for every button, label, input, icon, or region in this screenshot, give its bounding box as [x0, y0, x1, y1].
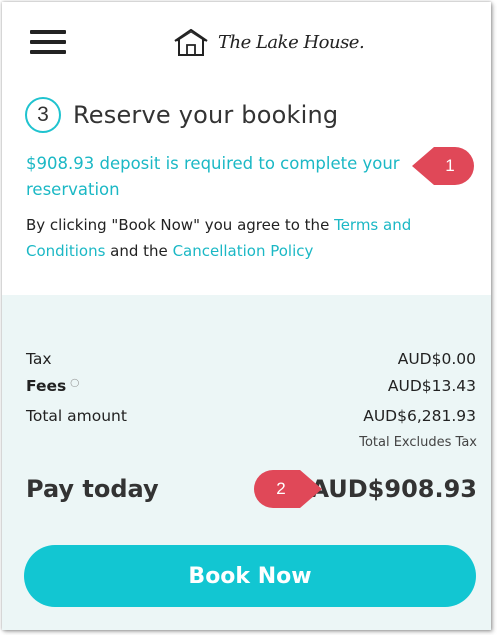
step-heading: 3 Reserve your booking: [25, 97, 338, 133]
step-title: Reserve your booking: [73, 101, 339, 129]
price-summary: Tax AUD$0.00 Fees ◯ AUD$13.43 Total amoun…: [2, 295, 491, 630]
tax-label: Tax: [26, 350, 52, 368]
cancellation-policy-link[interactable]: Cancellation Policy: [173, 242, 314, 260]
header: The Lake House.: [2, 2, 491, 80]
house-icon: [174, 28, 208, 56]
total-value: AUD$6,281.93: [363, 407, 476, 425]
fees-label: Fees: [26, 377, 67, 395]
terms-text: By clicking "Book Now" you agree to the …: [26, 212, 456, 264]
callout-marker-1: 1: [412, 147, 474, 185]
step-number: 3: [25, 97, 61, 133]
booking-panel: The Lake House. 3 Reserve your booking $…: [2, 2, 491, 630]
hamburger-menu-icon[interactable]: [30, 30, 66, 54]
logo-text: The Lake House.: [218, 31, 365, 53]
total-row: Total amount AUD$6,281.93: [26, 407, 476, 425]
excludes-tax-note: Total Excludes Tax: [359, 435, 477, 450]
pay-today-value: AUD$908.93: [310, 475, 477, 503]
logo[interactable]: The Lake House.: [172, 24, 365, 60]
callout-number: 2: [254, 470, 300, 508]
tax-row: Tax AUD$0.00: [26, 350, 476, 368]
terms-prefix: By clicking "Book Now" you agree to the: [26, 216, 335, 234]
fees-row: Fees ◯ AUD$13.43: [26, 377, 476, 395]
total-label: Total amount: [26, 407, 127, 425]
fees-value: AUD$13.43: [387, 377, 476, 395]
callout-marker-2: 2: [254, 470, 322, 508]
callout-number: 1: [434, 147, 474, 185]
deposit-notice: $908.93 deposit is required to complete …: [26, 154, 400, 199]
book-now-button[interactable]: Book Now: [24, 545, 476, 607]
info-icon[interactable]: ◯: [70, 378, 79, 387]
terms-middle: and the: [105, 242, 173, 260]
tax-value: AUD$0.00: [397, 350, 476, 368]
pay-today-label: Pay today: [26, 475, 159, 503]
